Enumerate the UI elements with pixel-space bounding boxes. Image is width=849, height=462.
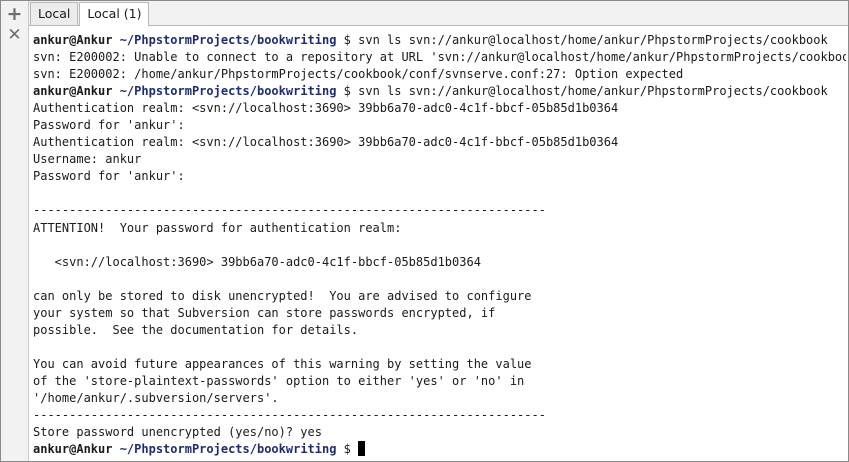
output-line: can only be stored to disk unencrypted! … — [33, 288, 846, 305]
prompt-line: ankur@Ankur ~/PhpstormProjects/bookwriti… — [33, 32, 846, 49]
terminal-toolbar: + ✕ — [1, 1, 29, 461]
output-line: ----------------------------------------… — [33, 202, 846, 219]
output-line: Username: ankur — [33, 151, 846, 168]
prompt-user: ankur@Ankur — [33, 84, 113, 99]
output-text: svn: E200002: /home/ankur/PhpstormProjec… — [33, 67, 684, 82]
output-text: Authentication realm: <svn://localhost:3… — [33, 101, 619, 116]
output-line: Password for 'ankur': — [33, 117, 846, 134]
output-line: your system so that Subversion can store… — [33, 305, 846, 322]
prompt-path: ~/PhpstormProjects/bookwriting — [112, 84, 337, 99]
terminal-output[interactable]: ankur@Ankur ~/PhpstormProjects/bookwriti… — [33, 4, 846, 461]
output-line: You can avoid future appearances of this… — [33, 356, 846, 373]
close-icon: ✕ — [7, 25, 22, 45]
output-line: ATTENTION! Your password for authenticat… — [33, 220, 846, 237]
output-line: possible. See the documentation for deta… — [33, 322, 846, 339]
command-text: $ — [336, 442, 359, 457]
prompt-line: ankur@Ankur ~/PhpstormProjects/bookwriti… — [33, 83, 846, 100]
output-text: can only be stored to disk unencrypted! … — [33, 288, 532, 303]
command-text: $ svn ls svn://ankur@localhost/home/anku… — [336, 33, 828, 47]
output-text: your system so that Subversion can store… — [33, 305, 496, 320]
text-cursor — [358, 441, 366, 457]
output-text: svn: E200002: Unable to connect to a rep… — [33, 50, 846, 65]
output-text: '/home/ankur/.subversion/servers'. — [33, 390, 279, 405]
output-line: of the 'store-plaintext-passwords' optio… — [33, 373, 846, 390]
output-text: <svn://localhost:3690> 39bb6a70-adc0-4c1… — [33, 254, 481, 269]
output-line: Authentication realm: <svn://localhost:3… — [33, 134, 846, 151]
output-text: You can avoid future appearances of this… — [33, 356, 532, 371]
terminal-window: + ✕ Local Local (1) ankur@Ankur ~/Phpsto… — [0, 0, 849, 462]
output-line: ----------------------------------------… — [33, 407, 846, 424]
output-line: svn: E200002: /home/ankur/PhpstormProjec… — [33, 66, 846, 83]
close-session-button[interactable]: ✕ — [1, 25, 28, 49]
output-text: Password for 'ankur': — [33, 118, 185, 133]
output-line: Authentication realm: <svn://localhost:3… — [33, 100, 846, 117]
prompt-line: ankur@Ankur ~/PhpstormProjects/bookwriti… — [33, 441, 846, 458]
prompt-user: ankur@Ankur — [33, 442, 113, 457]
output-text: Store password unencrypted (yes/no)? yes — [33, 425, 322, 440]
output-text: ATTENTION! Your password for authenticat… — [33, 220, 402, 235]
prompt-user: ankur@Ankur — [33, 33, 113, 47]
output-text: Username: ankur — [33, 152, 142, 167]
output-text: ----------------------------------------… — [33, 408, 546, 423]
output-text: of the 'store-plaintext-passwords' optio… — [33, 373, 525, 388]
output-text: ----------------------------------------… — [33, 203, 546, 218]
output-text: possible. See the documentation for deta… — [33, 322, 359, 337]
command-text: $ svn ls svn://ankur@localhost/home/anku… — [336, 84, 828, 99]
plus-icon: + — [6, 3, 23, 25]
output-text: Authentication realm: <svn://localhost:3… — [33, 135, 619, 150]
output-line: Password for 'ankur': — [33, 168, 846, 185]
output-line: svn: E200002: Unable to connect to a rep… — [33, 49, 846, 66]
add-session-button[interactable]: + — [1, 1, 28, 25]
prompt-path: ~/PhpstormProjects/bookwriting — [112, 442, 337, 457]
output-line: '/home/ankur/.subversion/servers'. — [33, 390, 846, 407]
output-text: Password for 'ankur': — [33, 169, 185, 184]
output-line: Store password unencrypted (yes/no)? yes — [33, 424, 846, 441]
output-line: <svn://localhost:3690> 39bb6a70-adc0-4c1… — [33, 254, 846, 271]
prompt-path: ~/PhpstormProjects/bookwriting — [112, 33, 337, 47]
